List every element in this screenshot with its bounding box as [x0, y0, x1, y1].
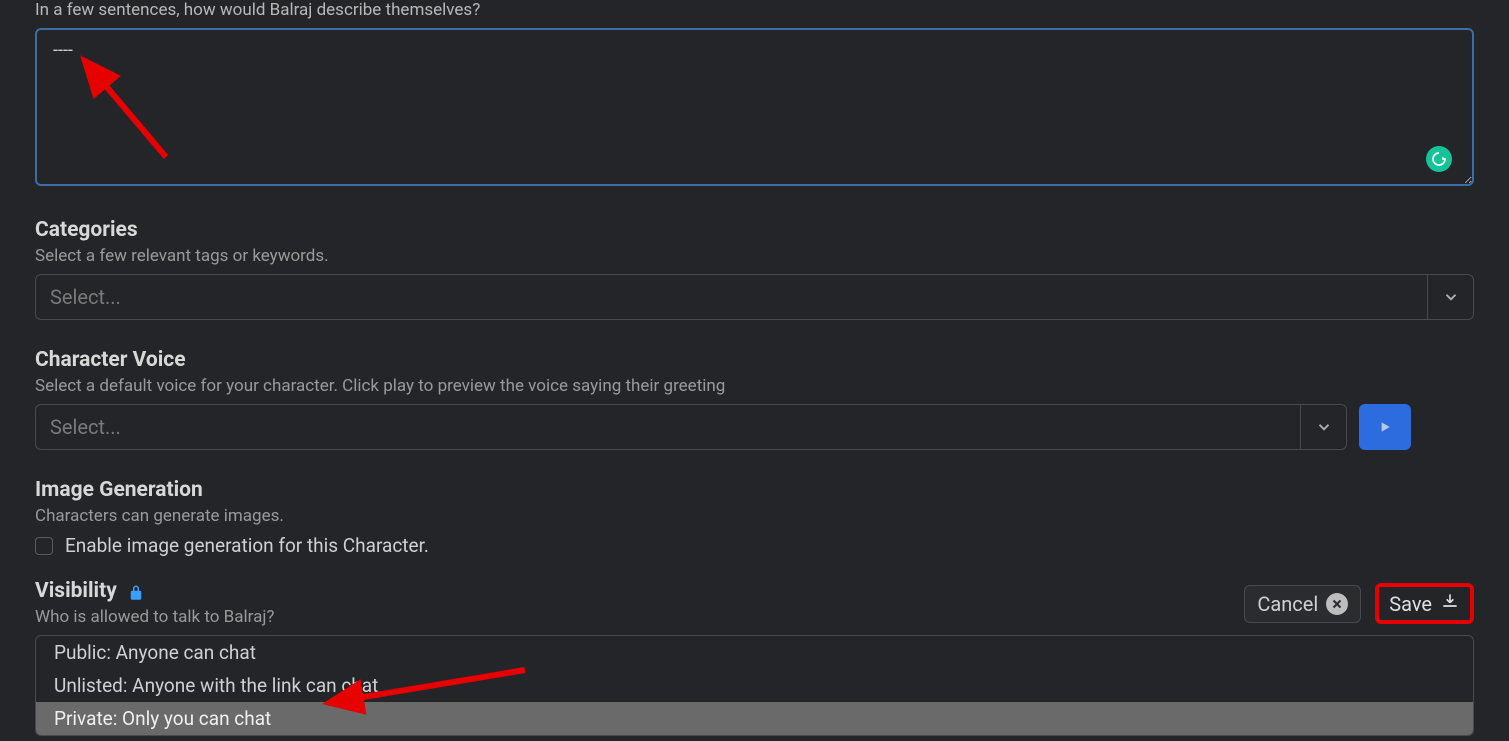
description-field-wrap	[35, 28, 1474, 190]
categories-section: Categories Select a few relevant tags or…	[35, 218, 1474, 320]
voice-select[interactable]: Select...	[35, 404, 1347, 450]
description-textarea[interactable]	[35, 28, 1474, 186]
categories-sub: Select a few relevant tags or keywords.	[35, 246, 1474, 266]
download-icon	[1440, 591, 1460, 616]
voice-title: Character Voice	[35, 348, 1474, 372]
image-gen-title: Image Generation	[35, 478, 1474, 502]
cancel-label: Cancel	[1257, 592, 1318, 616]
visibility-dropdown[interactable]: Public: Anyone can chat Unlisted: Anyone…	[35, 635, 1474, 736]
voice-placeholder: Select...	[50, 415, 121, 439]
chevron-down-icon	[1300, 404, 1346, 450]
chevron-down-icon	[1427, 274, 1473, 320]
categories-title: Categories	[35, 218, 1474, 242]
visibility-option-private[interactable]: Private: Only you can chat	[36, 702, 1473, 735]
save-label: Save	[1389, 592, 1432, 616]
visibility-title: Visibility	[35, 579, 117, 603]
save-button[interactable]: Save	[1375, 583, 1474, 624]
voice-sub: Select a default voice for your characte…	[35, 376, 1474, 396]
lock-icon	[127, 584, 145, 602]
image-gen-section: Image Generation Characters can generate…	[35, 478, 1474, 557]
action-buttons: Cancel Save	[1244, 583, 1474, 624]
grammarly-icon[interactable]	[1426, 146, 1452, 172]
visibility-option-unlisted[interactable]: Unlisted: Anyone with the link can chat	[36, 669, 1473, 702]
cancel-button[interactable]: Cancel	[1244, 585, 1361, 623]
image-gen-sub: Characters can generate images.	[35, 506, 1474, 526]
categories-select[interactable]: Select...	[35, 274, 1474, 320]
visibility-option-public[interactable]: Public: Anyone can chat	[36, 636, 1473, 669]
image-gen-checkbox-label: Enable image generation for this Charact…	[65, 534, 429, 557]
categories-placeholder: Select...	[50, 285, 121, 309]
description-question: In a few sentences, how would Balraj des…	[35, 0, 1474, 20]
voice-section: Character Voice Select a default voice f…	[35, 348, 1474, 450]
play-button[interactable]	[1359, 404, 1411, 450]
close-icon	[1326, 593, 1348, 615]
image-gen-checkbox[interactable]	[35, 537, 53, 555]
